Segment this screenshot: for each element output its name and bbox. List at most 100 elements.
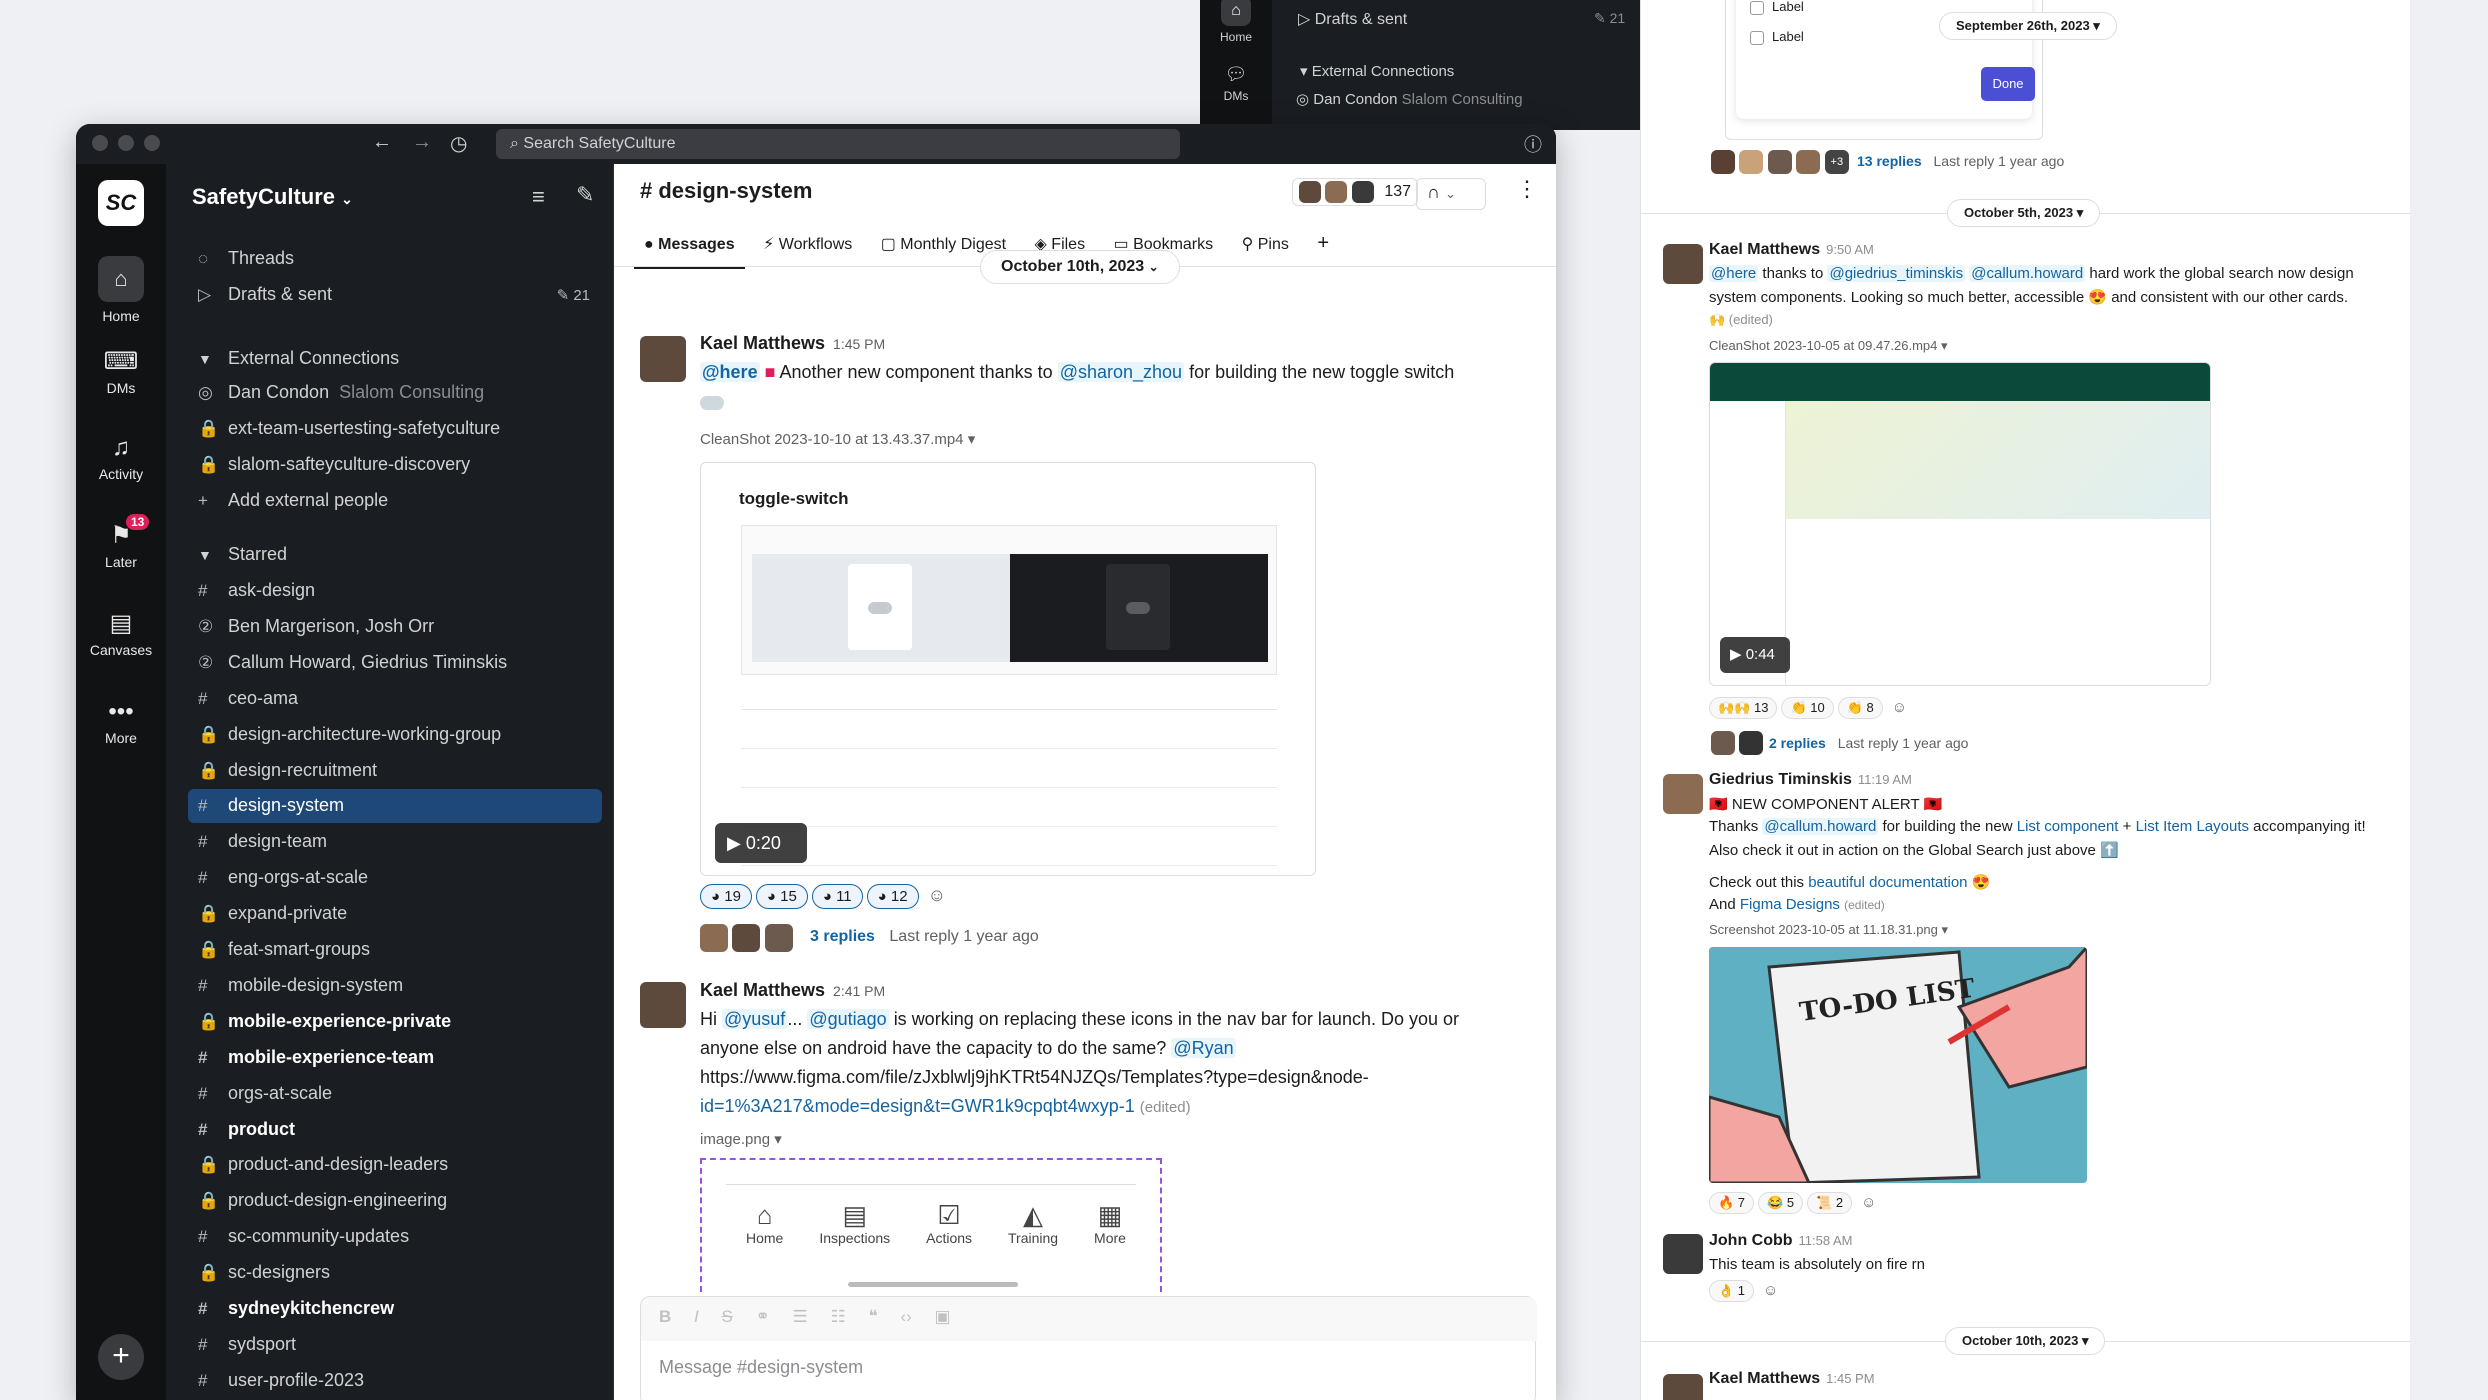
sidebar-item-threads[interactable]: ◌ Threads — [188, 242, 602, 276]
date-divider-oct5[interactable]: October 5th, 2023 ▾ — [1947, 199, 2101, 227]
sidebar-item-mobile-experience-team[interactable]: # mobile-experience-team — [188, 1041, 602, 1075]
avatar[interactable] — [640, 982, 686, 1028]
mention[interactable]: @here — [1709, 265, 1759, 282]
sidebar-item-ask-design[interactable]: # ask-design — [188, 574, 602, 608]
sidebar-item-sc-community-updates[interactable]: # sc-community-updates — [188, 1220, 602, 1254]
sidebar-item-design-recruitment[interactable]: 🔒 design-recruitment — [188, 754, 602, 788]
bg-rail-dms[interactable]: 💬︎ DMs — [1200, 64, 1272, 103]
minimize-window-button[interactable] — [118, 135, 134, 151]
sidebar-item-dan-condon[interactable]: ◎ Dan Condon Slalom Consulting — [188, 376, 602, 410]
add-reaction-icon[interactable]: ☺︎ — [1762, 1281, 1779, 1300]
date-divider[interactable]: October 10th, 2023 ⌄ — [980, 250, 1180, 284]
replies-link-1[interactable]: 13 replies Last reply 1 year ago — [1857, 153, 2064, 169]
workspace-logo[interactable]: SC — [98, 180, 144, 226]
rail-canvases[interactable]: ▤ Canvases — [76, 612, 166, 659]
mention[interactable]: @callum.howard — [1762, 818, 1879, 835]
forward-arrow-icon[interactable]: → — [412, 131, 432, 154]
link[interactable]: List Item Layouts — [2136, 818, 2249, 835]
sidebar-item-product-and-design-leaders[interactable]: 🔒 product-and-design-leaders — [188, 1148, 602, 1182]
bg-drafts[interactable]: ▷ Drafts & sent — [1298, 9, 1407, 29]
section-external[interactable]: ▼ External Connections — [188, 342, 409, 375]
sidebar-item-design-system[interactable]: # design-system — [188, 789, 602, 824]
attachment-name[interactable]: CleanShot 2023-10-10 at 13.43.37.mp4 ▾ — [700, 430, 975, 448]
sidebar-item-ext-team-usertesting-safetyculture[interactable]: 🔒 ext-team-usertesting-safetyculture — [188, 412, 602, 446]
meme-image[interactable]: TO-DO LIST — [1709, 947, 2087, 1183]
bg-external-section[interactable]: ▾ External Connections — [1300, 62, 1454, 80]
reaction[interactable]: 🔥 7 — [1709, 1192, 1755, 1214]
bg-person[interactable]: ◎ Dan Condon Slalom Consulting — [1296, 90, 1523, 108]
author-name[interactable]: Giedrius Timinskis — [1709, 771, 1852, 788]
history-icon[interactable]: ◷ — [450, 131, 467, 156]
add-reaction-icon[interactable]: ☺︎ — [927, 884, 947, 907]
sidebar-item-design-team[interactable]: # design-team — [188, 825, 602, 859]
mention[interactable]: @gutiago — [807, 1009, 889, 1029]
sidebar-item-feat-smart-groups[interactable]: 🔒 feat-smart-groups — [188, 933, 602, 967]
author-name[interactable]: Kael Matthews — [700, 333, 825, 353]
back-arrow-icon[interactable]: ← — [372, 131, 392, 154]
avatar[interactable] — [1663, 774, 1703, 814]
ordered-list-icon[interactable]: ☰ — [793, 1307, 808, 1326]
sidebar-item-expand-private[interactable]: 🔒 expand-private — [188, 897, 602, 931]
sidebar-item-user-profile-2023[interactable]: # user-profile-2023 — [188, 1364, 602, 1398]
sidebar-item-sc-designers[interactable]: 🔒 sc-designers — [188, 1256, 602, 1290]
checkbox-2[interactable]: Label — [1750, 29, 1804, 45]
message-time[interactable]: 11:58 AM — [1799, 1233, 1853, 1248]
code-block-icon[interactable]: ▣ — [934, 1307, 950, 1326]
sidebar-item-mobile-design-system[interactable]: # mobile-design-system — [188, 969, 602, 1003]
author-name[interactable]: John Cobb — [1709, 1232, 1793, 1249]
rail-later[interactable]: ⚑ Later 13 — [76, 514, 166, 570]
reaction[interactable]: ◕ 12 — [866, 884, 919, 909]
message-time[interactable]: 1:45 PM — [833, 336, 885, 352]
italic-icon[interactable]: I — [694, 1307, 699, 1326]
image-attachment[interactable]: ⌂ Home ▤ Inspections ☑ Actions ◭ Training ▦ More — [700, 1158, 1162, 1292]
mention[interactable]: @here — [700, 362, 760, 382]
date-divider-oct10[interactable]: October 10th, 2023 ▾ — [1945, 1327, 2106, 1355]
replies-link-2[interactable]: 2 replies Last reply 1 year ago — [1769, 735, 1968, 751]
reaction[interactable]: ◕ 11 — [811, 884, 863, 909]
sidebar-item-slalom-safteyculture-discovery[interactable]: 🔒 slalom-safteyculture-discovery — [188, 448, 602, 482]
sidebar-item-add-external-people[interactable]: + Add external people — [188, 484, 602, 518]
video-thumbnail[interactable]: ▶ 0:44 — [1709, 362, 2211, 686]
mention[interactable]: @sharon_zhou — [1057, 362, 1185, 382]
mention[interactable]: @giedrius_timinskis — [1827, 265, 1966, 282]
attachment-name[interactable]: CleanShot 2023-10-05 at 09.47.26.mp4 ▾ — [1709, 338, 1948, 354]
help-icon[interactable]: ⓘ — [1524, 131, 1542, 157]
reaction[interactable]: 👏 8 — [1837, 697, 1883, 719]
code-icon[interactable]: ‹› — [900, 1307, 911, 1326]
attachment-name[interactable]: Screenshot 2023-10-05 at 11.18.31.png ▾ — [1709, 922, 1948, 938]
sidebar-item-design-architecture-working-group[interactable]: 🔒 design-architecture-working-group — [188, 718, 602, 752]
reaction[interactable]: 😂 5 — [1758, 1192, 1804, 1214]
message-time[interactable]: 9:50 AM — [1826, 242, 1874, 257]
bold-icon[interactable]: B — [659, 1307, 671, 1326]
play-button[interactable]: ▶ 0:44 — [1720, 637, 1790, 673]
zoom-window-button[interactable] — [144, 135, 160, 151]
reaction[interactable]: 👌 1 — [1709, 1280, 1755, 1302]
sidebar-item-product[interactable]: # product — [188, 1113, 602, 1147]
section-starred[interactable]: ▼ Starred — [188, 538, 297, 571]
kebab-menu-icon[interactable]: ⋮ — [1516, 176, 1538, 202]
strike-icon[interactable]: S — [721, 1307, 732, 1326]
author-name[interactable]: Kael Matthews — [700, 980, 825, 1000]
search-input[interactable]: ⌕ Search SafetyCulture — [496, 129, 1180, 159]
add-tab-button[interactable]: + — [1307, 220, 1339, 267]
sidebar-item-mobile-experience-private[interactable]: 🔒 mobile-experience-private — [188, 1005, 602, 1039]
reaction[interactable]: 👏 10 — [1781, 697, 1834, 719]
rail-dms[interactable]: ⌨︎ DMs — [76, 350, 166, 397]
bullet-list-icon[interactable]: ☷ — [831, 1307, 846, 1326]
link[interactable]: Figma Designs — [1740, 896, 1840, 913]
sidebar-item-sydsport[interactable]: # sydsport — [188, 1328, 602, 1362]
filter-icon[interactable]: ≡ — [532, 184, 545, 210]
sidebar-item-orgs-at-scale[interactable]: # orgs-at-scale — [188, 1077, 602, 1111]
reply-avatars[interactable] — [1711, 731, 1764, 760]
huddle-button[interactable]: ∩ ⌄ — [1416, 178, 1486, 210]
reply-avatars[interactable]: +3 — [1711, 150, 1849, 179]
author-name[interactable]: Kael Matthews — [1709, 1370, 1820, 1387]
compose-icon[interactable]: ✎ — [576, 182, 594, 208]
mention[interactable]: @yusuf — [722, 1009, 788, 1029]
message-time[interactable]: 1:45 PM — [1826, 1371, 1874, 1386]
sidebar-item-callum-howard-giedrius-timinskis[interactable]: ② Callum Howard, Giedrius Timinskis — [188, 646, 602, 680]
reaction[interactable]: 📜 2 — [1807, 1192, 1853, 1214]
sidebar-item-eng-orgs-at-scale[interactable]: # eng-orgs-at-scale — [188, 861, 602, 895]
checkbox-1[interactable]: Label — [1750, 0, 1804, 15]
add-reaction-icon[interactable]: ☺︎ — [1891, 698, 1908, 717]
